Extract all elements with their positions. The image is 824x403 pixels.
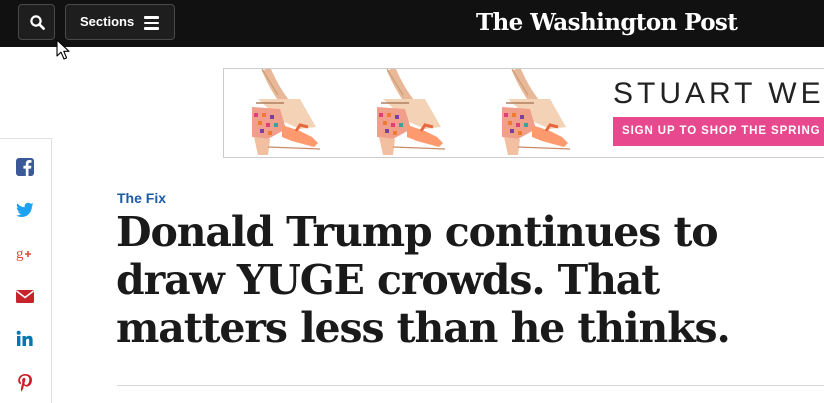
svg-text:g: g [16, 246, 24, 262]
google-plus-icon[interactable]: g [15, 243, 35, 263]
linkedin-icon[interactable] [15, 329, 35, 349]
article-kicker[interactable]: The Fix [117, 190, 166, 206]
masthead-logo[interactable]: The Washington Post [476, 4, 738, 42]
email-icon[interactable] [15, 286, 35, 306]
twitter-icon[interactable] [15, 200, 35, 220]
facebook-icon[interactable] [15, 157, 35, 177]
ad-signup-button[interactable]: SIGN UP TO SHOP THE SPRING 2016 [613, 117, 824, 146]
pinterest-icon[interactable] [15, 372, 35, 392]
sections-menu-button[interactable]: Sections [65, 4, 175, 40]
divider [117, 385, 824, 386]
search-icon [30, 15, 45, 30]
sandal-illustration [377, 69, 446, 155]
advertisement-banner[interactable]: STUART WEITZMAN SIGN UP TO SHOP THE SPRI… [223, 68, 824, 158]
search-button[interactable] [18, 4, 55, 40]
top-nav-bar: Sections The Washington Post [0, 0, 824, 47]
article-headline: Donald Trump continues to draw YUGE crow… [116, 208, 731, 352]
mouse-cursor-icon [56, 39, 70, 60]
sandal-illustration [252, 69, 321, 155]
ad-brand-name: STUART WEITZMAN [613, 77, 824, 110]
share-rail: g [0, 138, 52, 403]
sandal-illustration [502, 69, 571, 155]
sections-label: Sections [80, 14, 135, 29]
hamburger-icon [144, 16, 159, 30]
